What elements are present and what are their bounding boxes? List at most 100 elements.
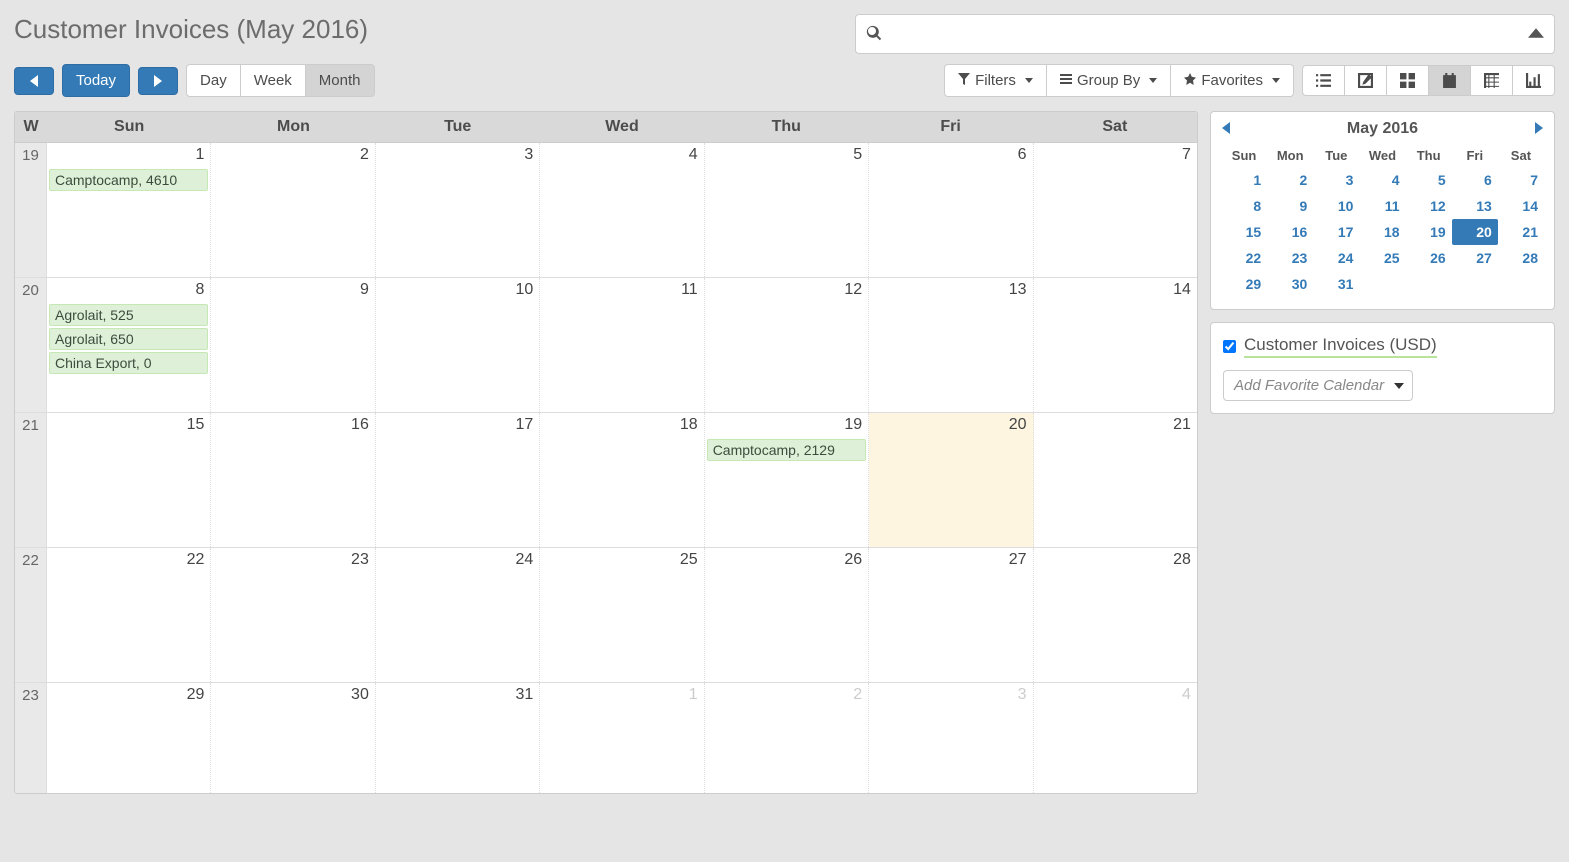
- calendar-cell[interactable]: 18: [540, 413, 704, 547]
- mini-day[interactable]: 4: [1359, 167, 1405, 193]
- calendar-event[interactable]: Agrolait, 650: [49, 328, 208, 350]
- calendar-cell[interactable]: 19Camptocamp, 2129: [705, 413, 869, 547]
- filter-checkbox[interactable]: [1223, 340, 1236, 353]
- calendar-cell[interactable]: 3: [869, 683, 1033, 793]
- calendar-cell[interactable]: 3: [376, 143, 540, 277]
- mini-day[interactable]: 30: [1267, 271, 1313, 297]
- search-input[interactable]: [890, 26, 1528, 42]
- day-number: 6: [1018, 146, 1027, 164]
- calendar-cell[interactable]: 17: [376, 413, 540, 547]
- mini-day[interactable]: 3: [1313, 167, 1359, 193]
- calendar-cell[interactable]: 28: [1034, 548, 1197, 682]
- mini-day[interactable]: 5: [1406, 167, 1452, 193]
- prev-button[interactable]: [14, 67, 54, 95]
- calendar-cell[interactable]: 22: [47, 548, 211, 682]
- calendar-cell[interactable]: 21: [1034, 413, 1197, 547]
- list-view-button[interactable]: [1302, 65, 1345, 96]
- kanban-view-button[interactable]: [1387, 65, 1429, 96]
- week-number: 23: [15, 683, 47, 793]
- mini-day[interactable]: 14: [1498, 193, 1544, 219]
- mini-day[interactable]: 17: [1313, 219, 1359, 245]
- calendar-cell[interactable]: 30: [211, 683, 375, 793]
- filters-button[interactable]: Filters: [944, 64, 1047, 97]
- calendar-event[interactable]: China Export, 0: [49, 352, 208, 374]
- calendar-cell[interactable]: 5: [705, 143, 869, 277]
- mini-day[interactable]: 28: [1498, 245, 1544, 271]
- search-box[interactable]: [855, 14, 1555, 54]
- mini-day[interactable]: 22: [1221, 245, 1267, 271]
- calendar-cell[interactable]: 20: [869, 413, 1033, 547]
- mini-day[interactable]: 10: [1313, 193, 1359, 219]
- mini-day[interactable]: 18: [1359, 219, 1405, 245]
- calendar-cell[interactable]: 6: [869, 143, 1033, 277]
- mini-day[interactable]: 21: [1498, 219, 1544, 245]
- calendar-event[interactable]: Agrolait, 525: [49, 304, 208, 326]
- calendar-cell[interactable]: 4: [540, 143, 704, 277]
- search-expand-icon[interactable]: [1528, 25, 1544, 44]
- mini-day[interactable]: 6: [1452, 167, 1498, 193]
- month-button[interactable]: Month: [306, 64, 375, 97]
- calendar-cell[interactable]: 12: [705, 278, 869, 412]
- mini-next-button[interactable]: [1534, 121, 1544, 137]
- favorites-button[interactable]: Favorites: [1171, 64, 1294, 97]
- mini-prev-button[interactable]: [1221, 121, 1231, 137]
- graph-view-button[interactable]: [1513, 65, 1555, 96]
- week-button[interactable]: Week: [241, 64, 306, 97]
- calendar-cell[interactable]: 16: [211, 413, 375, 547]
- mini-day[interactable]: 26: [1406, 245, 1452, 271]
- mini-day[interactable]: 27: [1452, 245, 1498, 271]
- mini-day[interactable]: 29: [1221, 271, 1267, 297]
- calendar-cell[interactable]: 10: [376, 278, 540, 412]
- mini-day[interactable]: 8: [1221, 193, 1267, 219]
- calendar-cell[interactable]: 14: [1034, 278, 1197, 412]
- mini-day[interactable]: 2: [1267, 167, 1313, 193]
- mini-day[interactable]: 1: [1221, 167, 1267, 193]
- calendar-cell[interactable]: 27: [869, 548, 1033, 682]
- day-button[interactable]: Day: [186, 64, 241, 97]
- calendar-cell[interactable]: 29: [47, 683, 211, 793]
- mini-day[interactable]: 11: [1359, 193, 1405, 219]
- pivot-view-button[interactable]: [1471, 65, 1513, 96]
- calendar-cell[interactable]: 26: [705, 548, 869, 682]
- calendar-cell[interactable]: 4: [1034, 683, 1197, 793]
- mini-day[interactable]: 25: [1359, 245, 1405, 271]
- mini-day[interactable]: 15: [1221, 219, 1267, 245]
- calendar-cell[interactable]: 31: [376, 683, 540, 793]
- day-number: 18: [680, 416, 698, 434]
- mini-day[interactable]: 12: [1406, 193, 1452, 219]
- week-number: 21: [15, 413, 47, 547]
- today-button[interactable]: Today: [62, 64, 130, 97]
- calendar-cell[interactable]: 11: [540, 278, 704, 412]
- mini-day[interactable]: 20: [1452, 219, 1498, 245]
- mini-day[interactable]: 24: [1313, 245, 1359, 271]
- form-view-button[interactable]: [1345, 65, 1387, 96]
- calendar-cell[interactable]: 25: [540, 548, 704, 682]
- mini-day[interactable]: 9: [1267, 193, 1313, 219]
- mini-day[interactable]: 16: [1267, 219, 1313, 245]
- calendar-cell[interactable]: 8Agrolait, 525Agrolait, 650China Export,…: [47, 278, 211, 412]
- calendar-cell[interactable]: 2: [211, 143, 375, 277]
- calendar-event[interactable]: Camptocamp, 4610: [49, 169, 208, 191]
- mini-day[interactable]: 31: [1313, 271, 1359, 297]
- next-button[interactable]: [138, 67, 178, 95]
- calendar-cell[interactable]: 9: [211, 278, 375, 412]
- mini-day[interactable]: 13: [1452, 193, 1498, 219]
- calendar-cell[interactable]: 1 Camptocamp, 4610: [47, 143, 211, 277]
- mini-day[interactable]: 7: [1498, 167, 1544, 193]
- calendar-cell[interactable]: 2: [705, 683, 869, 793]
- calendar-cell[interactable]: 15: [47, 413, 211, 547]
- groupby-button[interactable]: Group By: [1047, 64, 1171, 97]
- calendar-view-button[interactable]: [1429, 65, 1471, 96]
- calendar-cell[interactable]: 13: [869, 278, 1033, 412]
- add-favorite-calendar-select[interactable]: Add Favorite Calendar: [1223, 370, 1413, 401]
- mini-dow: Sun: [1221, 144, 1267, 167]
- calendar-event[interactable]: Camptocamp, 2129: [707, 439, 866, 461]
- calendar-cell[interactable]: 1: [540, 683, 704, 793]
- calendar-cell[interactable]: 23: [211, 548, 375, 682]
- calendar-cell[interactable]: 24: [376, 548, 540, 682]
- day-header: Mon: [211, 112, 375, 142]
- day-number: 1: [196, 146, 205, 164]
- mini-day[interactable]: 19: [1406, 219, 1452, 245]
- calendar-cell[interactable]: 7: [1034, 143, 1197, 277]
- mini-day[interactable]: 23: [1267, 245, 1313, 271]
